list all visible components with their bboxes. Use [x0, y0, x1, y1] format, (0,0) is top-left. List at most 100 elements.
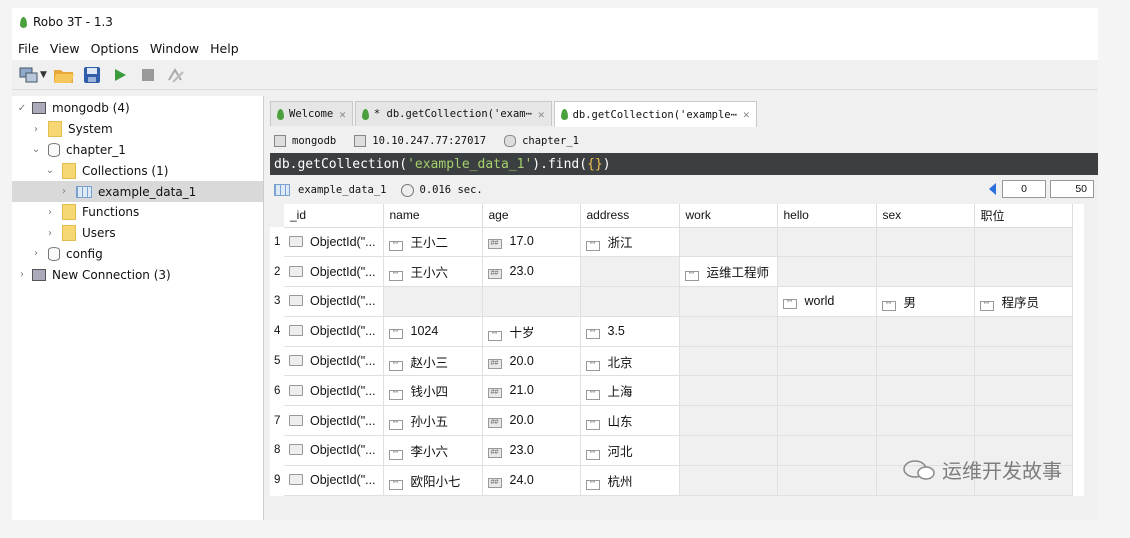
cell-id[interactable]: ObjectId("... — [284, 405, 384, 437]
cell-age[interactable]: ## 21.0 — [482, 375, 581, 407]
orientation-button[interactable] — [165, 64, 187, 86]
table-row[interactable]: 1 ObjectId("... "" 王小二 ## 17.0 "" 浙江 — [270, 227, 1073, 258]
tree-item-collection[interactable]: › example_data_1 — [12, 181, 263, 202]
expanded-arrow-icon[interactable]: ✓ — [16, 103, 28, 114]
close-icon[interactable]: ✕ — [743, 108, 750, 121]
table-row[interactable]: 7 ObjectId("... "" 孙小五 ## 20.0 "" 山东 — [270, 405, 1073, 437]
close-icon[interactable]: ✕ — [339, 108, 346, 121]
tree-item-new-connection[interactable]: › New Connection (3) — [12, 264, 263, 285]
column-header[interactable]: _id — [284, 204, 384, 228]
cell-age[interactable]: ## 23.0 — [482, 256, 581, 288]
cell-age[interactable]: ## 20.0 — [482, 346, 581, 377]
column-header[interactable]: address — [580, 204, 680, 228]
menu-window[interactable]: Window — [150, 41, 199, 56]
expanded-arrow-icon[interactable]: ⌄ — [30, 144, 42, 155]
cell-id[interactable]: ObjectId("... — [284, 227, 384, 258]
connect-button[interactable] — [18, 64, 40, 86]
cell-sex[interactable] — [876, 227, 975, 258]
stop-button[interactable] — [137, 64, 159, 86]
tree-item-users[interactable]: › Users — [12, 223, 263, 244]
page-start-input[interactable]: 0 — [1002, 180, 1046, 198]
tab-query-2[interactable]: db.getCollection('example⋯ ✕ — [553, 101, 757, 127]
menu-help[interactable]: Help — [210, 41, 239, 56]
cell-age[interactable]: "" 十岁 — [482, 316, 581, 347]
collapsed-arrow-icon[interactable]: › — [16, 269, 28, 280]
cell-age[interactable]: ## 20.0 — [482, 405, 581, 437]
cell-pos[interactable] — [974, 405, 1073, 437]
cell-name[interactable]: "" 1024 — [383, 316, 483, 347]
collapsed-arrow-icon[interactable]: › — [58, 186, 70, 197]
cell-age[interactable]: ## 24.0 — [482, 465, 581, 496]
cell-sex[interactable]: "" 男 — [876, 286, 975, 317]
cell-hello[interactable] — [777, 316, 877, 347]
tree-item-collections[interactable]: ⌄ Collections (1) — [12, 160, 263, 181]
cell-name[interactable]: "" 王小二 — [383, 227, 483, 258]
cell-sex[interactable] — [876, 346, 975, 377]
cell-hello[interactable] — [777, 435, 877, 466]
cell-address[interactable] — [580, 286, 680, 317]
cell-work[interactable]: "" 运维工程师 — [679, 256, 778, 288]
cell-work[interactable] — [679, 405, 778, 437]
collapsed-arrow-icon[interactable]: › — [30, 124, 42, 135]
cell-hello[interactable] — [777, 346, 877, 377]
cell-work[interactable] — [679, 375, 778, 407]
previous-page-icon[interactable] — [989, 183, 996, 195]
column-header[interactable]: age — [482, 204, 581, 228]
close-icon[interactable]: ✕ — [538, 108, 545, 121]
column-header[interactable]: work — [679, 204, 778, 228]
tree-item-functions[interactable]: › Functions — [12, 202, 263, 223]
cell-id[interactable]: ObjectId("... — [284, 286, 384, 317]
expanded-arrow-icon[interactable]: ⌄ — [44, 165, 56, 176]
tree-item-system[interactable]: › System — [12, 119, 263, 140]
save-button[interactable] — [81, 64, 103, 86]
execute-button[interactable] — [109, 64, 131, 86]
table-row[interactable]: 3 ObjectId("... "" world "" 男 "" 程序员 — [270, 286, 1073, 317]
cell-id[interactable]: ObjectId("... — [284, 346, 384, 377]
cell-work[interactable] — [679, 227, 778, 258]
collapsed-arrow-icon[interactable]: › — [30, 248, 42, 259]
menu-options[interactable]: Options — [91, 41, 139, 56]
menu-view[interactable]: View — [50, 41, 80, 56]
query-editor[interactable]: db.getCollection('example_data_1').find(… — [270, 153, 1098, 175]
collapsed-arrow-icon[interactable]: › — [44, 228, 56, 239]
table-row[interactable]: 6 ObjectId("... "" 钱小四 ## 21.0 "" 上海 — [270, 375, 1073, 407]
cell-sex[interactable] — [876, 256, 975, 288]
cell-name[interactable]: "" 欧阳小七 — [383, 465, 483, 496]
table-view-icon[interactable] — [274, 184, 290, 196]
cell-id[interactable]: ObjectId("... — [284, 435, 384, 466]
cell-age[interactable]: ## 23.0 — [482, 435, 581, 466]
menu-file[interactable]: File — [18, 41, 39, 56]
collapsed-arrow-icon[interactable]: › — [44, 207, 56, 218]
cell-pos[interactable] — [974, 256, 1073, 288]
cell-address[interactable] — [580, 256, 680, 288]
column-header[interactable]: name — [383, 204, 483, 228]
cell-pos[interactable]: "" 程序员 — [974, 286, 1073, 317]
cell-hello[interactable] — [777, 375, 877, 407]
cell-hello[interactable] — [777, 256, 877, 288]
cell-sex[interactable] — [876, 405, 975, 437]
cell-work[interactable] — [679, 286, 778, 317]
cell-id[interactable]: ObjectId("... — [284, 375, 384, 407]
cell-pos[interactable] — [974, 227, 1073, 258]
cell-name[interactable]: "" 钱小四 — [383, 375, 483, 407]
table-row[interactable]: 2 ObjectId("... "" 王小六 ## 23.0 "" 运维工程师 — [270, 256, 1073, 288]
cell-id[interactable]: ObjectId("... — [284, 256, 384, 288]
cell-address[interactable]: "" 山东 — [580, 405, 680, 437]
cell-pos[interactable] — [974, 375, 1073, 407]
cell-address[interactable]: "" 3.5 — [580, 316, 680, 347]
table-row[interactable]: 4 ObjectId("... "" 1024 "" 十岁 "" 3.5 — [270, 316, 1073, 347]
cell-age[interactable] — [482, 286, 581, 317]
connect-dropdown-icon[interactable]: ▼ — [40, 70, 47, 80]
cell-pos[interactable] — [974, 316, 1073, 347]
cell-name[interactable]: "" 王小六 — [383, 256, 483, 288]
tree-item-database[interactable]: ⌄ chapter_1 — [12, 140, 263, 161]
cell-address[interactable]: "" 杭州 — [580, 465, 680, 496]
table-row[interactable]: 5 ObjectId("... "" 赵小三 ## 20.0 "" 北京 — [270, 346, 1073, 377]
tree-item-config[interactable]: › config — [12, 244, 263, 265]
cell-work[interactable] — [679, 346, 778, 377]
open-button[interactable] — [53, 64, 75, 86]
page-size-input[interactable]: 50 — [1050, 180, 1094, 198]
cell-hello[interactable] — [777, 465, 877, 496]
cell-hello[interactable]: "" world — [777, 286, 877, 317]
tab-query-1[interactable]: * db.getCollection('exam⋯ ✕ — [354, 101, 552, 126]
